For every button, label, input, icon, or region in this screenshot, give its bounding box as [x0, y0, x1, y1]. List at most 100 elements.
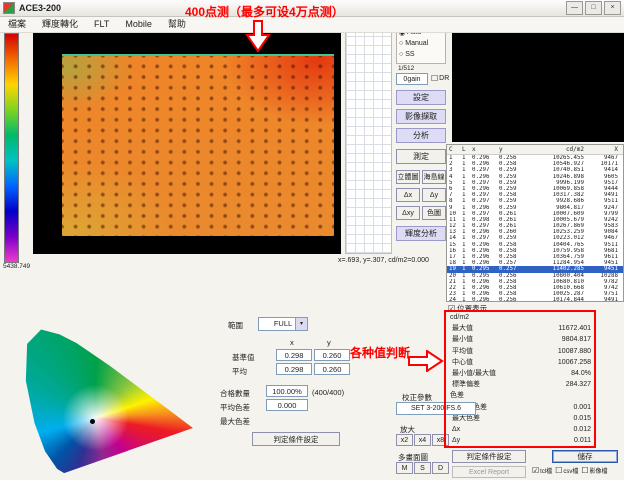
average-y-field[interactable]: 0.260 [314, 363, 350, 375]
average-x-field[interactable]: 0.298 [276, 363, 312, 375]
gain-input[interactable]: 0gain [396, 73, 428, 85]
delta-x-button[interactable]: Δx [396, 188, 420, 202]
zoom-x8-button[interactable]: x8 [432, 434, 449, 446]
stat-value: 0.012 [573, 424, 591, 435]
file-option-label: 影像檔 [590, 466, 608, 475]
color-section-title: 色差 [448, 390, 594, 401]
menu-file[interactable]: 檔案 [0, 17, 34, 32]
stat-value: 284.327 [566, 379, 591, 390]
annotation-right-arrow [408, 350, 444, 372]
stat-label: Δy [452, 435, 460, 446]
stat-value: 10087.880 [558, 346, 591, 357]
radio-icon [399, 40, 403, 47]
delta-xy-button[interactable]: Δxy [396, 206, 420, 220]
luminance-analysis-button[interactable]: 輝度分析 [396, 226, 446, 241]
checkbox-icon [532, 466, 539, 475]
menu-mobile[interactable]: Mobile [117, 17, 160, 32]
stat-label: Δx [452, 424, 460, 435]
color-scale-bar [4, 33, 19, 263]
contour-button[interactable]: 海島線 [422, 170, 446, 184]
measure-button[interactable]: 測定 [396, 149, 446, 164]
window-title: ACE3-200 [19, 3, 61, 13]
range-dropdown[interactable]: FULL ▾ [258, 317, 308, 331]
zoom-x4-button[interactable]: x4 [414, 434, 431, 446]
judge-condition-button[interactable]: 判定條件設定 [452, 450, 526, 463]
excel-report-button[interactable]: Excel Report [452, 466, 526, 478]
measurement-table[interactable]: C L x y cd/m2 X 110.2960.25610265.455946… [446, 144, 624, 302]
avg-diff-label: 平均色差 [220, 402, 250, 413]
avg-diff-field[interactable]: 0.000 [266, 399, 308, 411]
zoom-x2-button[interactable]: x2 [396, 434, 413, 446]
col-x-label: x [290, 338, 294, 347]
image-capture-button[interactable]: 影像擷取 [396, 109, 446, 124]
stat-value: 84.0% [571, 368, 591, 379]
shutter-label: 1/512 [398, 65, 414, 72]
image-file-checkbox[interactable]: 影像檔 [581, 466, 607, 475]
maximize-button[interactable]: □ [585, 1, 602, 15]
checkbox-icon [555, 466, 562, 475]
settings-button[interactable]: 設定 [396, 90, 446, 105]
cursor-readout: x=.693, y=.307, cd/m2=0.000 [338, 257, 429, 264]
col-y-label: y [327, 338, 331, 347]
max-diff-label: 最大色差 [220, 416, 250, 427]
stat-label: 最小值 [452, 334, 473, 345]
stereo-button[interactable]: 立體圖 [396, 170, 420, 184]
menu-flt[interactable]: FLT [86, 17, 117, 32]
pass-percent-field: 100.00% [266, 385, 308, 397]
table-header: C L x y cd/m2 X [447, 145, 623, 155]
stat-row-max: 最大值 11672.401 [448, 323, 594, 334]
csv-file-checkbox[interactable]: csv檔 [555, 466, 578, 475]
radio-manual[interactable]: Manual [399, 38, 443, 49]
stat-row-dx: Δx 0.012 [448, 424, 594, 435]
table-row[interactable]: 2410.2960.25610174.8449491 [447, 297, 623, 302]
reference-x-field[interactable]: 0.298 [276, 349, 312, 361]
stat-value: 11672.401 [558, 323, 591, 334]
radio-ss[interactable]: SS [399, 49, 443, 60]
multi-s-button[interactable]: S [414, 462, 431, 474]
stat-value: 0.011 [574, 435, 591, 446]
stat-value: 10067.258 [558, 357, 591, 368]
table-cell: 10174.844 [526, 297, 584, 302]
save-button[interactable]: 儲存 [552, 450, 618, 463]
table-cell: 9491 [584, 297, 621, 302]
checkbox-icon [431, 74, 438, 83]
header-cell: X [584, 145, 621, 154]
menu-convert[interactable]: 輝度轉化 [34, 17, 86, 32]
analyze-button[interactable]: 分析 [396, 128, 446, 143]
colorbar-min-label: 5438.749 [3, 263, 30, 270]
tcl-file-checkbox[interactable]: tcl檔 [532, 466, 552, 475]
chevron-down-icon: ▾ [295, 318, 307, 330]
radio-icon [399, 51, 403, 58]
stat-label: 平均值 [452, 346, 473, 357]
stat-value: 0.015 [573, 413, 591, 424]
camera-image-panel [452, 24, 624, 142]
file-options: tcl檔 csv檔 影像檔 [532, 466, 608, 475]
delta-y-button[interactable]: Δy [422, 188, 446, 202]
reference-label: 基準值 [232, 352, 255, 363]
table-cell: 1 [462, 297, 472, 302]
multi-d-button[interactable]: D [432, 462, 449, 474]
heatmap-panel[interactable] [33, 26, 341, 254]
stat-row-stddev: 標準偏差 284.327 [448, 379, 594, 390]
dr-label: DR [439, 75, 449, 82]
close-button[interactable]: × [604, 1, 621, 15]
header-cell: L [462, 145, 472, 154]
judge-condition-button-left[interactable]: 判定條件設定 [252, 432, 340, 446]
radio-label: SS [405, 51, 414, 58]
dr-checkbox[interactable]: DR [431, 74, 449, 83]
cie-horseshoe [24, 318, 208, 474]
stats-panel: cd/m2 最大值 11672.401 最小值 9804.817 平均值 100… [448, 312, 594, 446]
file-option-label: tcl檔 [540, 466, 552, 475]
multi-m-button[interactable]: M [396, 462, 413, 474]
header-cell: y [499, 145, 526, 154]
reference-y-field[interactable]: 0.260 [314, 349, 350, 361]
measurement-heatmap[interactable] [62, 54, 334, 236]
minimize-button[interactable]: — [566, 1, 583, 15]
stat-value: 9804.817 [562, 334, 591, 345]
stat-row-dy: Δy 0.011 [448, 435, 594, 446]
app-icon [3, 2, 15, 14]
calibration-value: SET 3-200 FS.6 [396, 402, 476, 415]
range-label: 範圍 [228, 320, 243, 331]
color-map-button[interactable]: 色圖 [422, 206, 446, 220]
table-body: 110.2960.25610265.4559467210.2960.258105… [447, 155, 623, 302]
